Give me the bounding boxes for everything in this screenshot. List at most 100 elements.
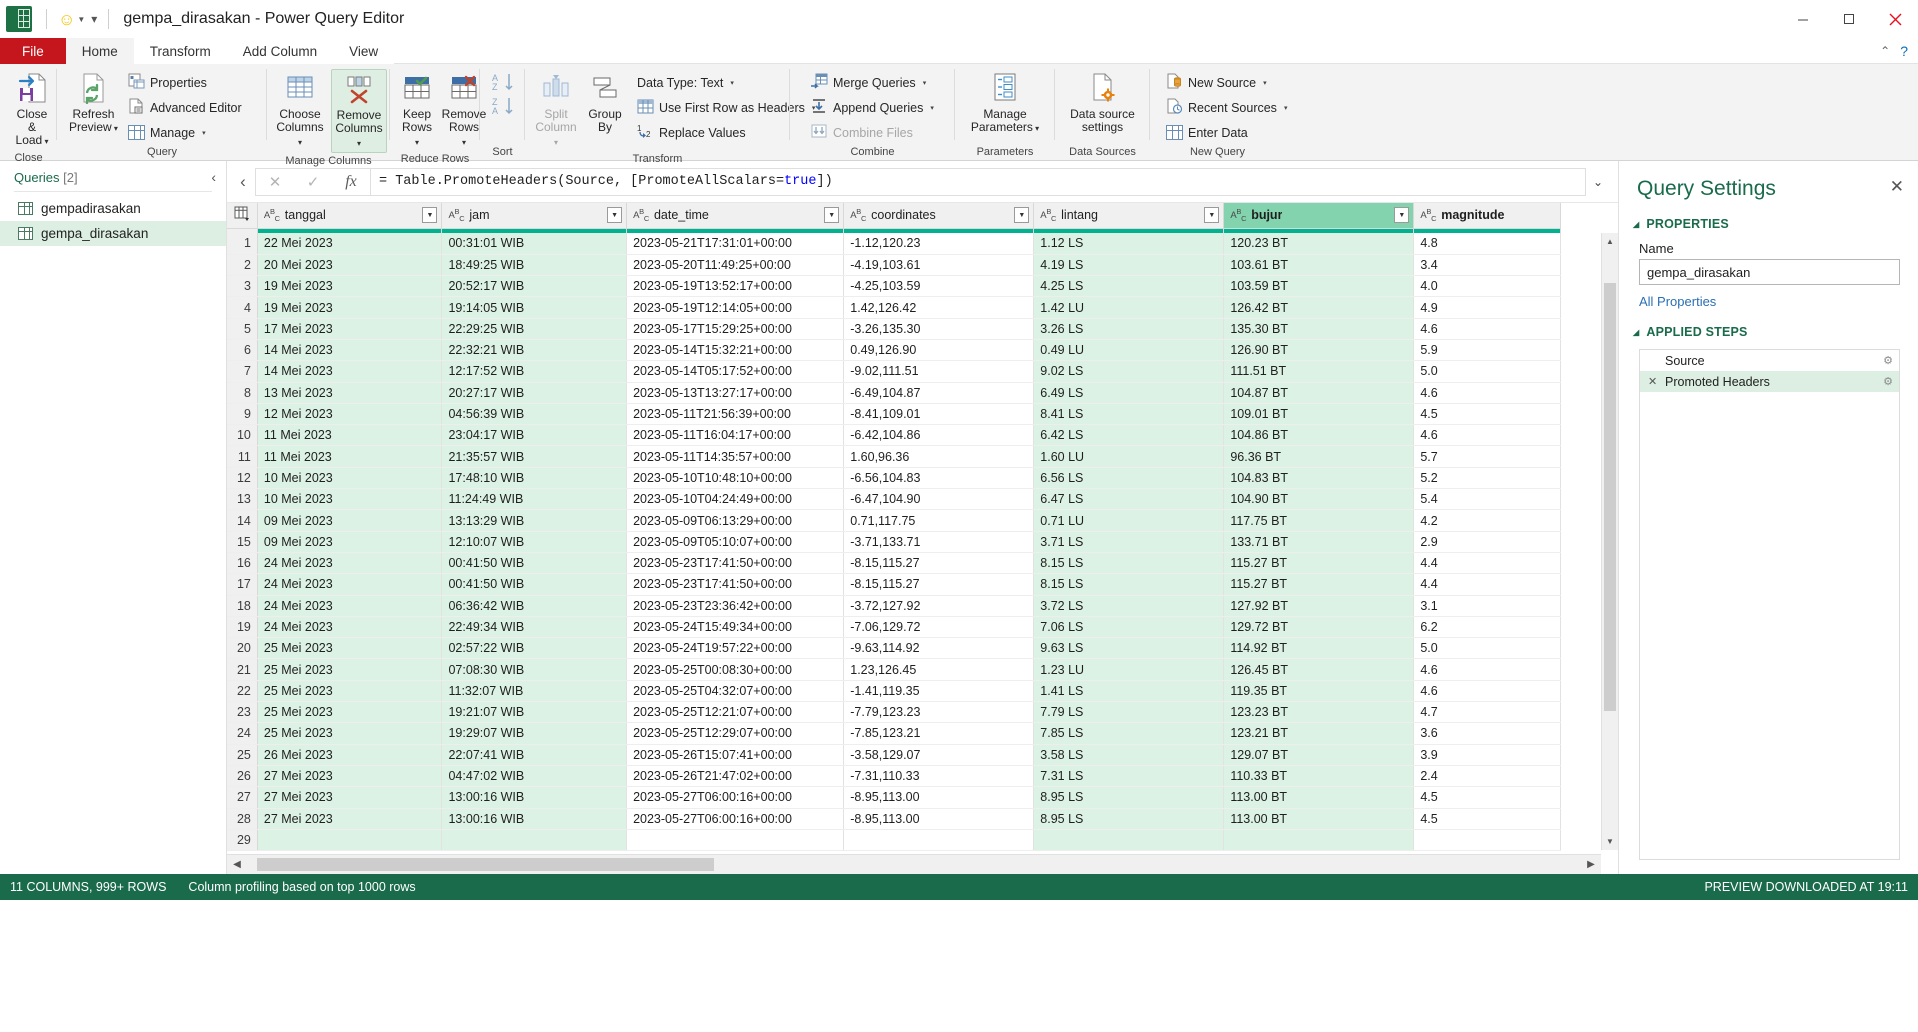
close-button[interactable]	[1872, 0, 1918, 38]
row-number[interactable]: 10	[227, 424, 258, 447]
table-row[interactable]: 20 25 Mei 2023 02:57:22 WIB 2023-05-24T19:5…	[227, 637, 1561, 660]
cell-date_time[interactable]: 2023-05-25T12:29:07+00:00	[626, 722, 845, 745]
cell-lintang[interactable]: 4.25 LS	[1033, 275, 1225, 298]
cell-magnitude[interactable]	[1413, 829, 1561, 852]
cell-bujur[interactable]: 135.30 BT	[1223, 318, 1415, 340]
qat-smiley-feedback-button[interactable]: ☺ ▼	[55, 11, 88, 28]
cell-date_time[interactable]: 2023-05-25T00:08:30+00:00	[626, 658, 845, 681]
accept-formula-button[interactable]: ✓	[294, 169, 332, 195]
row-number[interactable]: 14	[227, 509, 258, 532]
vertical-scrollbar[interactable]: ▲ ▼	[1601, 233, 1618, 850]
cell-coordinates[interactable]: 0.49,126.90	[843, 339, 1035, 362]
chevron-down-icon[interactable]: ▾	[923, 79, 927, 87]
cell-coordinates[interactable]: -6.49,104.87	[843, 382, 1035, 404]
properties-section-header[interactable]: ◢ PROPERTIES	[1619, 211, 1918, 237]
chevron-down-icon[interactable]: ▾	[42, 137, 48, 146]
cell-tanggal[interactable]: 25 Mei 2023	[257, 637, 443, 660]
cell-bujur[interactable]: 96.36 BT	[1223, 445, 1415, 468]
cell-bujur[interactable]: 123.21 BT	[1223, 722, 1415, 745]
horizontal-scroll-track[interactable]	[247, 855, 1581, 875]
cell-jam[interactable]: 02:57:22 WIB	[441, 637, 628, 660]
cell-coordinates[interactable]: -7.79,123.23	[843, 701, 1035, 724]
table-row[interactable]: 22 25 Mei 2023 11:32:07 WIB 2023-05-25T04:3…	[227, 680, 1561, 703]
cell-coordinates[interactable]: -7.31,110.33	[843, 765, 1035, 788]
tab-add-column[interactable]: Add Column	[227, 38, 333, 64]
cell-jam[interactable]: 13:13:29 WIB	[441, 509, 628, 532]
cell-lintang[interactable]: 1.42 LU	[1033, 296, 1225, 319]
keep-rows-button[interactable]: Keep Rows ▾	[396, 69, 438, 151]
cell-coordinates[interactable]: 0.71,117.75	[843, 509, 1035, 532]
cell-magnitude[interactable]: 4.5	[1413, 403, 1561, 426]
collapse-queries-pane-icon[interactable]: ‹	[211, 169, 216, 185]
cell-magnitude[interactable]: 6.2	[1413, 616, 1561, 639]
help-icon[interactable]: ?	[1900, 43, 1908, 59]
cell-lintang[interactable]: 6.56 LS	[1033, 467, 1225, 490]
cell-magnitude[interactable]: 4.0	[1413, 275, 1561, 298]
cell-magnitude[interactable]: 4.4	[1413, 552, 1561, 575]
close-query-settings-icon[interactable]: ✕	[1890, 177, 1904, 197]
customize-qat-button[interactable]: ▾	[88, 12, 100, 26]
row-number[interactable]: 13	[227, 488, 258, 511]
cell-lintang[interactable]: 7.79 LS	[1033, 701, 1225, 724]
table-row[interactable]: 15 09 Mei 2023 12:10:07 WIB 2023-05-09T05:1…	[227, 531, 1561, 553]
cell-lintang[interactable]: 7.06 LS	[1033, 616, 1225, 639]
cell-jam[interactable]: 19:21:07 WIB	[441, 701, 628, 724]
cell-bujur[interactable]: 129.72 BT	[1223, 616, 1415, 639]
cell-coordinates[interactable]: -3.26,135.30	[843, 318, 1035, 340]
cell-tanggal[interactable]: 11 Mei 2023	[257, 445, 443, 468]
cell-date_time[interactable]: 2023-05-17T15:29:25+00:00	[626, 318, 845, 340]
cell-coordinates[interactable]: -8.95,113.00	[843, 786, 1035, 809]
table-row[interactable]: 6 14 Mei 2023 22:32:21 WIB 2023-05-14T15:32…	[227, 339, 1561, 362]
cell-magnitude[interactable]: 5.2	[1413, 467, 1561, 490]
expand-formula-bar-icon[interactable]: ⌄	[1586, 175, 1610, 189]
cell-coordinates[interactable]: -3.72,127.92	[843, 595, 1035, 617]
cell-jam[interactable]: 13:00:16 WIB	[441, 786, 628, 809]
cell-lintang[interactable]: 8.95 LS	[1033, 786, 1225, 809]
group-by-button[interactable]: Group By	[583, 69, 627, 136]
cell-date_time[interactable]: 2023-05-10T04:24:49+00:00	[626, 488, 845, 511]
query-item-gempadirasakan[interactable]: gempadirasakan	[0, 196, 226, 221]
cell-coordinates[interactable]: -7.85,123.21	[843, 722, 1035, 745]
table-row[interactable]: 26 27 Mei 2023 04:47:02 WIB 2023-05-26T21:4…	[227, 765, 1561, 788]
append-queries-button[interactable]: Append Queries ▾	[806, 96, 938, 119]
column-header-coordinates[interactable]: ABC coordinates ▼	[843, 203, 1035, 229]
vertical-scroll-thumb[interactable]	[1604, 283, 1616, 711]
table-row[interactable]: 5 17 Mei 2023 22:29:25 WIB 2023-05-17T15:29…	[227, 318, 1561, 340]
cell-tanggal[interactable]	[257, 829, 443, 852]
row-number[interactable]: 1	[227, 233, 258, 255]
cell-date_time[interactable]: 2023-05-27T06:00:16+00:00	[626, 808, 845, 830]
cell-lintang[interactable]: 6.49 LS	[1033, 382, 1225, 404]
cell-tanggal[interactable]: 24 Mei 2023	[257, 573, 443, 596]
cell-date_time[interactable]: 2023-05-26T15:07:41+00:00	[626, 744, 845, 766]
cell-tanggal[interactable]: 10 Mei 2023	[257, 488, 443, 511]
horizontal-scrollbar[interactable]: ◀ ▶	[227, 854, 1601, 874]
cell-jam[interactable]: 12:17:52 WIB	[441, 360, 628, 383]
cell-tanggal[interactable]: 22 Mei 2023	[257, 233, 443, 255]
cell-tanggal[interactable]: 27 Mei 2023	[257, 765, 443, 788]
cell-bujur[interactable]: 113.00 BT	[1223, 786, 1415, 809]
row-number[interactable]: 22	[227, 680, 258, 703]
cell-bujur[interactable]: 104.83 BT	[1223, 467, 1415, 490]
cell-lintang[interactable]: 8.95 LS	[1033, 808, 1225, 830]
cell-bujur[interactable]: 104.86 BT	[1223, 424, 1415, 447]
table-row[interactable]: 28 27 Mei 2023 13:00:16 WIB 2023-05-27T06:0…	[227, 808, 1561, 830]
row-number[interactable]: 23	[227, 701, 258, 724]
cell-coordinates[interactable]: -9.63,114.92	[843, 637, 1035, 660]
cell-tanggal[interactable]: 24 Mei 2023	[257, 616, 443, 639]
cell-tanggal[interactable]: 25 Mei 2023	[257, 680, 443, 703]
cell-magnitude[interactable]: 4.6	[1413, 382, 1561, 404]
cell-magnitude[interactable]: 4.4	[1413, 573, 1561, 596]
cell-jam[interactable]: 04:47:02 WIB	[441, 765, 628, 788]
column-header-tanggal[interactable]: ABC tanggal ▼	[257, 203, 443, 229]
collapse-ribbon-icon[interactable]: ⌃	[1880, 44, 1890, 58]
gear-icon[interactable]: ⚙	[1883, 375, 1893, 388]
tab-file[interactable]: File	[0, 38, 66, 64]
filter-button-jam[interactable]: ▼	[607, 207, 623, 223]
cell-jam[interactable]: 19:14:05 WIB	[441, 296, 628, 319]
table-row[interactable]: 18 24 Mei 2023 06:36:42 WIB 2023-05-23T23:3…	[227, 595, 1561, 617]
cell-coordinates[interactable]: -6.47,104.90	[843, 488, 1035, 511]
column-header-date-time[interactable]: ABC date_time ▼	[626, 203, 845, 229]
cell-tanggal[interactable]: 17 Mei 2023	[257, 318, 443, 340]
cell-lintang[interactable]: 9.63 LS	[1033, 637, 1225, 660]
cell-coordinates[interactable]: -8.15,115.27	[843, 573, 1035, 596]
